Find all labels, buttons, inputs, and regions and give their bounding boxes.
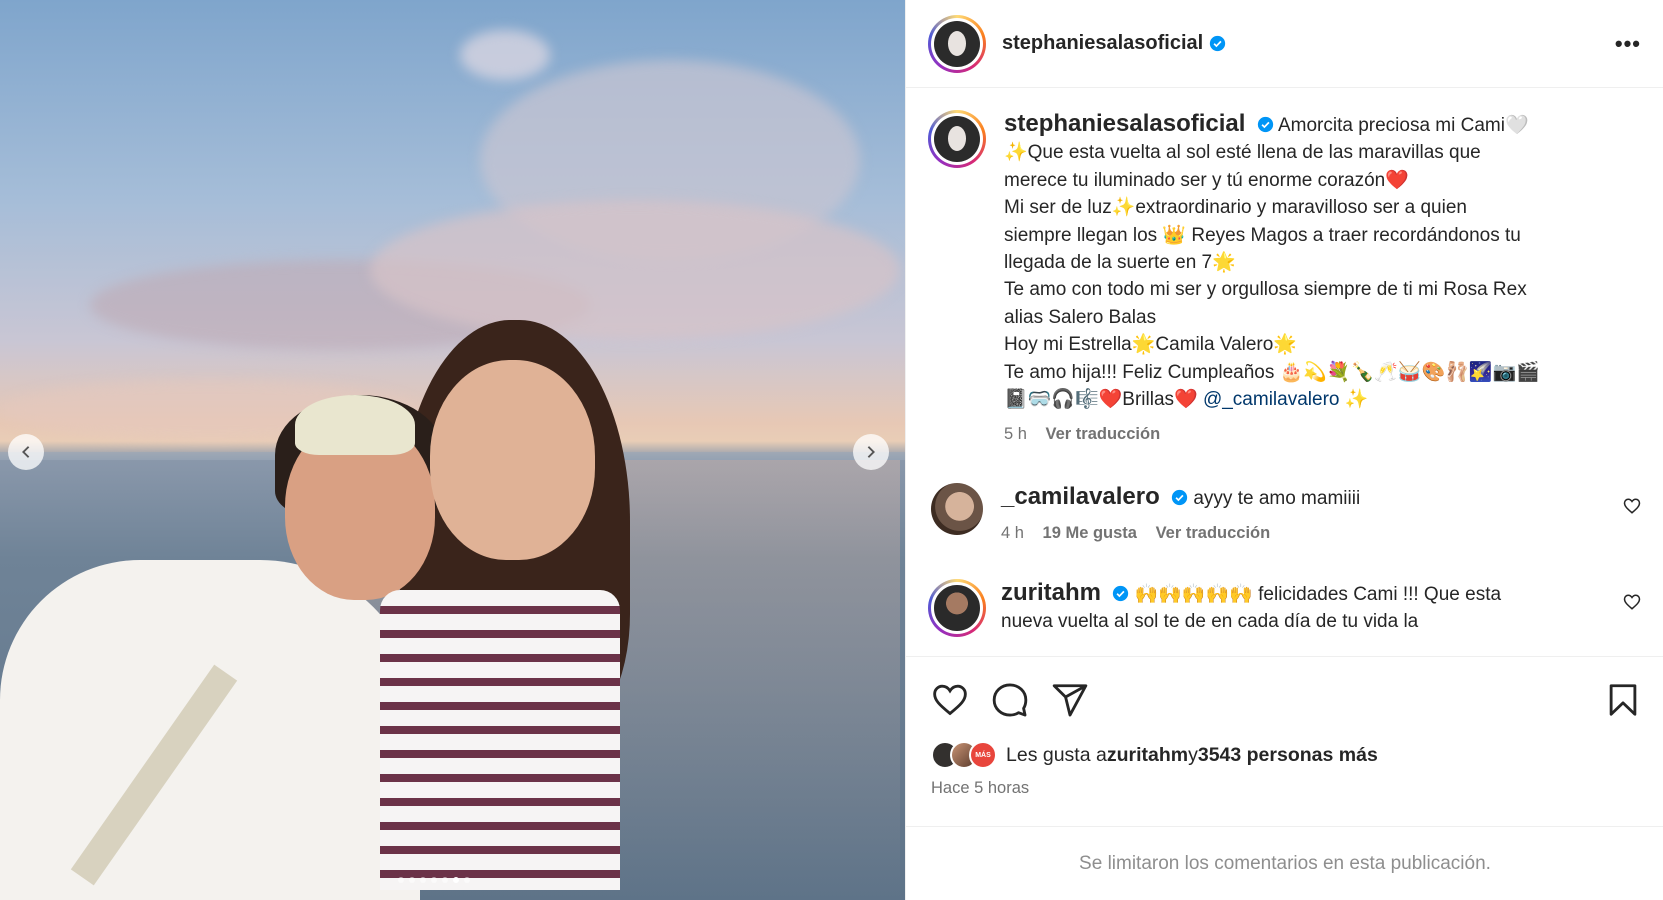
- likes-count[interactable]: 3543 personas más: [1198, 744, 1378, 767]
- comment: _camilavalero ayyy te amo mamiiii 4 h 19…: [928, 482, 1641, 547]
- liker-avatars: MÁS: [931, 741, 997, 769]
- comment-meta: 4 h 19 Me gusta Ver traducción: [1001, 520, 1611, 547]
- person-right-striped-top: [380, 590, 620, 890]
- carousel-dot: [420, 877, 426, 883]
- caption-body: stephaniesalasoficial Amorcita preciosa …: [1004, 110, 1634, 449]
- caption-author-avatar[interactable]: [928, 110, 986, 168]
- action-icons: [931, 681, 1642, 719]
- caption-text-line: Mi ser de luz✨extraordinario y maravillo…: [1004, 197, 1467, 219]
- commenter-username[interactable]: zuritahm: [1001, 579, 1101, 606]
- commenter-username[interactable]: _camilavalero: [1001, 483, 1160, 510]
- caption-text-trailing: ✨: [1339, 389, 1369, 411]
- verified-badge-icon: [1113, 585, 1129, 602]
- verified-badge-icon: [1257, 116, 1273, 133]
- verified-badge-icon: [1171, 489, 1188, 506]
- person-left-headscarf: [295, 395, 415, 455]
- person-right-face: [430, 360, 595, 560]
- caption-text-line: siempre llegan los 👑 Reyes Magos a traer…: [1004, 224, 1521, 246]
- verified-badge-icon: [1210, 35, 1226, 52]
- liker-username[interactable]: zuritahm: [1107, 744, 1188, 767]
- more-options-button[interactable]: •••: [1615, 31, 1641, 57]
- carousel-dot: [464, 877, 470, 883]
- carousel-dots: [398, 877, 470, 883]
- comment-text: 🙌🙌🙌🙌🙌 felicidades Cami !!! Que esta: [1134, 583, 1502, 605]
- post-timestamp: Hace 5 horas: [931, 779, 1030, 797]
- carousel-dot: [453, 877, 459, 883]
- author-username[interactable]: stephaniesalasoficial: [1002, 32, 1203, 55]
- post-side-panel: stephaniesalasoficial ••• stephaniesalas…: [905, 0, 1663, 900]
- author-avatar[interactable]: [928, 14, 986, 73]
- carousel-next-button[interactable]: [853, 434, 889, 470]
- caption-username[interactable]: stephaniesalasoficial: [1004, 110, 1245, 137]
- carousel-dot: [398, 877, 404, 883]
- person-left-body: [0, 560, 420, 900]
- like-comment-heart-icon[interactable]: [1623, 593, 1641, 611]
- heart-icon: [933, 684, 967, 716]
- commenter-avatar[interactable]: [931, 482, 983, 535]
- save-button[interactable]: [1604, 681, 1642, 719]
- paper-plane-icon: [1052, 684, 1088, 717]
- comments-limited-notice: Se limitaron los comentarios en esta pub…: [906, 826, 1663, 900]
- cloud: [460, 30, 550, 80]
- carousel-prev-button[interactable]: [8, 434, 44, 470]
- share-button[interactable]: [1051, 681, 1089, 719]
- comment-body: zuritahm 🙌🙌🙌🙌🙌 felicidades Cami !!! Que …: [1001, 579, 1611, 635]
- post-photo[interactable]: [0, 0, 905, 900]
- caption-meta: 5 h Ver traducción: [1004, 421, 1634, 448]
- caption-text-line: alias Salero Balas: [1004, 306, 1157, 328]
- comments-list[interactable]: stephaniesalasoficial Amorcita preciosa …: [906, 88, 1663, 656]
- comment-text: nueva vuelta al sol te de en cada día de…: [1001, 610, 1419, 632]
- chevron-left-icon: [22, 446, 30, 458]
- bookmark-icon: [1609, 684, 1637, 716]
- caption-text-line: Hoy mi Estrella🌟Camila Valero🌟: [1004, 334, 1297, 356]
- likes-middle: y: [1188, 743, 1198, 766]
- comment: zuritahm 🙌🙌🙌🙌🙌 felicidades Cami !!! Que …: [928, 578, 1641, 637]
- caption-text-line: Amorcita preciosa mi Cami🤍: [1277, 115, 1529, 136]
- chevron-right-icon: [867, 446, 875, 458]
- like-comment-heart-icon[interactable]: [1623, 497, 1641, 515]
- commenter-avatar[interactable]: [928, 578, 986, 637]
- see-translation-link[interactable]: Ver traducción: [1046, 425, 1161, 443]
- post-actions: MÁS Les gusta a zuritahm y 3543 personas…: [906, 656, 1663, 798]
- caption-text-line: merece tu iluminado ser y tú enorme cora…: [1004, 169, 1409, 191]
- caption-text-line: Te amo hija!!! Feliz Cumpleaños 🎂💫💐🍾🥂🥁🎨🩰…: [1004, 361, 1540, 383]
- comment-time: 4 h: [1001, 523, 1024, 542]
- caption-time: 5 h: [1004, 425, 1027, 444]
- likes-summary[interactable]: MÁS Les gusta a zuritahm y 3543 personas…: [931, 741, 1642, 769]
- carousel-dot: [442, 877, 448, 883]
- comment-button[interactable]: [991, 681, 1029, 719]
- caption-text-line: ✨Que esta vuelta al sol esté llena de la…: [1004, 142, 1481, 164]
- carousel-dot: [431, 877, 437, 883]
- mention-link[interactable]: @_camilavalero: [1203, 389, 1340, 410]
- liker-avatar: MÁS: [969, 741, 997, 769]
- cloud: [370, 200, 900, 340]
- comment-likes[interactable]: 19 Me gusta: [1043, 524, 1137, 542]
- like-button[interactable]: [931, 681, 969, 719]
- comment-bubble-icon: [992, 683, 1028, 717]
- comment-text: ayyy te amo mamiiii: [1193, 487, 1361, 509]
- caption-text-line: 📓🥽🎧🎼❤️Brillas❤️: [1004, 389, 1203, 411]
- caption-text-line: llegada de la suerte en 7🌟: [1004, 252, 1236, 274]
- caption-text-line: Te amo con todo mi ser y orgullosa siemp…: [1004, 279, 1527, 301]
- comment-body: _camilavalero ayyy te amo mamiiii 4 h 19…: [1001, 483, 1611, 547]
- caption: stephaniesalasoficial Amorcita preciosa …: [928, 110, 1641, 449]
- see-translation-link[interactable]: Ver traducción: [1156, 524, 1271, 542]
- likes-prefix: Les gusta a: [1006, 743, 1107, 766]
- carousel-dot: [409, 877, 415, 883]
- post-header: stephaniesalasoficial •••: [906, 0, 1663, 88]
